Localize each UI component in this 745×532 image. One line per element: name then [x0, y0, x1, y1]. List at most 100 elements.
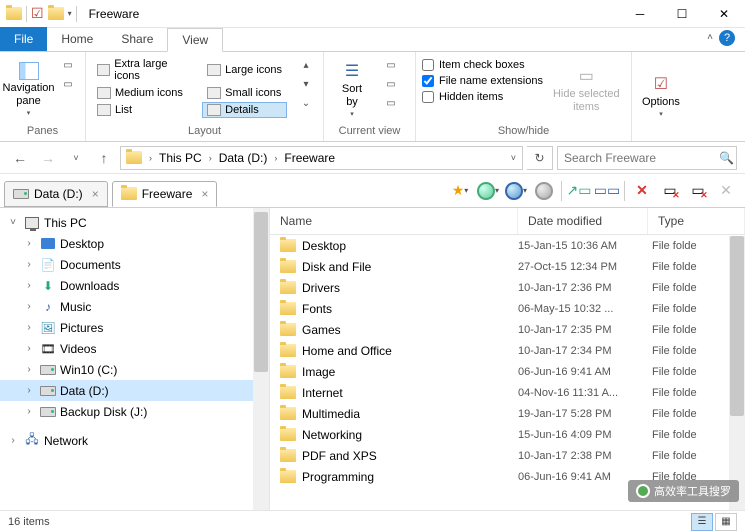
file-row[interactable]: Desktop15-Jan-15 10:36 AMFile folde	[270, 235, 745, 256]
files-scrollbar[interactable]	[729, 236, 745, 510]
close-right-button[interactable]: ▭✕	[685, 178, 711, 204]
expand-icon[interactable]: ›	[22, 343, 36, 354]
file-row[interactable]: Multimedia19-Jan-17 5:28 PMFile folde	[270, 403, 745, 424]
tree-pictures[interactable]: ›🖼Pictures	[0, 317, 269, 338]
tree-this-pc[interactable]: ˅This PC	[0, 212, 269, 233]
expand-icon[interactable]: ›	[22, 280, 36, 291]
tree-videos[interactable]: ›🎞Videos	[0, 338, 269, 359]
address-dropdown[interactable]: ˅	[507, 153, 520, 163]
item-check-boxes[interactable]: Item check boxes	[422, 58, 543, 72]
close-current-button[interactable]: ✕	[629, 178, 655, 204]
crumb-data-d[interactable]: Data (D:)	[216, 151, 271, 165]
tree-documents[interactable]: ›📄Documents	[0, 254, 269, 275]
crumb-sep[interactable]: ›	[147, 153, 154, 163]
file-ext-checkbox[interactable]	[422, 75, 434, 87]
layout-extra-large[interactable]: Extra large icons	[92, 56, 196, 84]
layout-expand[interactable]: ⌄	[295, 94, 317, 112]
help-button[interactable]: ?	[719, 30, 735, 46]
close-icon[interactable]: ×	[92, 187, 99, 201]
column-name[interactable]: Name	[270, 208, 518, 234]
details-pane-button[interactable]: ▭	[57, 75, 79, 93]
address-bar[interactable]: › This PC › Data (D:) › Freeware ˅	[120, 146, 523, 170]
crumb-this-pc[interactable]: This PC	[156, 151, 205, 165]
layout-list[interactable]: List	[92, 102, 196, 118]
tree-data-d[interactable]: ›Data (D:)	[0, 380, 269, 401]
refresh-button[interactable]: ↻	[527, 146, 553, 170]
hidden-items[interactable]: Hidden items	[422, 90, 543, 104]
file-row[interactable]: Drivers10-Jan-17 2:36 PMFile folde	[270, 277, 745, 298]
expand-icon[interactable]: ›	[22, 406, 36, 417]
preview-pane-button[interactable]: ▭	[57, 56, 79, 74]
tree-network[interactable]: ›🖧Network	[0, 430, 269, 451]
clover-tab-data[interactable]: Data (D:) ×	[4, 181, 108, 207]
file-row[interactable]: Fonts06-May-15 10:32 ...File folde	[270, 298, 745, 319]
layout-large[interactable]: Large icons	[202, 56, 287, 84]
bookmark-button[interactable]: ★▾	[447, 178, 473, 204]
file-row[interactable]: Home and Office10-Jan-17 2:34 PMFile fol…	[270, 340, 745, 361]
minimize-button[interactable]: ─	[619, 0, 661, 28]
close-others-button[interactable]: ▭✕	[657, 178, 683, 204]
file-name-extensions[interactable]: File name extensions	[422, 74, 543, 88]
expand-icon[interactable]: ›	[6, 435, 20, 446]
scrollbar-thumb[interactable]	[254, 212, 268, 372]
qat-customize-caret[interactable]: ▾	[68, 9, 72, 18]
search-box[interactable]: 🔍	[557, 146, 737, 170]
tree-scrollbar[interactable]	[253, 208, 269, 510]
reopen-tab-button[interactable]: ↗▭	[566, 178, 592, 204]
hidden-checkbox[interactable]	[422, 91, 434, 103]
tree-music[interactable]: ›♪Music	[0, 296, 269, 317]
layout-scroll-down[interactable]: ▾	[295, 75, 317, 93]
close-icon[interactable]: ×	[201, 187, 208, 201]
tree-win10[interactable]: ›Win10 (C:)	[0, 359, 269, 380]
crumb-sep[interactable]: ›	[207, 153, 214, 163]
qat-newfolder-icon[interactable]	[48, 7, 64, 20]
size-columns-button[interactable]: ▭	[380, 94, 402, 112]
ribbon-collapse-caret[interactable]: ˄	[707, 32, 713, 43]
file-row[interactable]: Networking15-Jun-16 4:09 PMFile folde	[270, 424, 745, 445]
maximize-button[interactable]: ☐	[661, 0, 703, 28]
copy-tab-button[interactable]: ▭▭	[594, 178, 620, 204]
thumbnails-view-button[interactable]: ▦	[715, 513, 737, 531]
layout-scroll-up[interactable]: ▴	[295, 56, 317, 74]
expand-icon[interactable]: ›	[22, 322, 36, 333]
expand-icon[interactable]: ›	[22, 259, 36, 270]
expand-icon[interactable]: ›	[22, 238, 36, 249]
clover-tab-freeware[interactable]: Freeware ×	[112, 181, 218, 207]
expand-icon[interactable]: ›	[22, 385, 36, 396]
options-button[interactable]: ☑ Options ▾	[638, 56, 684, 135]
group-by-button[interactable]: ▭	[380, 56, 402, 74]
add-columns-button[interactable]: ▭	[380, 75, 402, 93]
navigation-pane-button[interactable]: Navigation pane ▾	[6, 56, 51, 123]
tree-backup[interactable]: ›Backup Disk (J:)	[0, 401, 269, 422]
search-input[interactable]	[564, 151, 719, 165]
file-row[interactable]: Internet04-Nov-16 11:31 A...File folde	[270, 382, 745, 403]
up-button[interactable]: ↑	[92, 146, 116, 170]
file-row[interactable]: Image06-Jun-16 9:41 AMFile folde	[270, 361, 745, 382]
column-type[interactable]: Type	[648, 208, 745, 234]
tree-desktop[interactable]: ›Desktop	[0, 233, 269, 254]
layout-details[interactable]: Details	[202, 102, 287, 118]
layout-medium[interactable]: Medium icons	[92, 85, 196, 101]
file-tab[interactable]: File	[0, 27, 47, 51]
file-row[interactable]: Disk and File27-Oct-15 12:34 PMFile fold…	[270, 256, 745, 277]
history-dropdown[interactable]: ˅	[64, 146, 88, 170]
back-button[interactable]: ←	[8, 146, 32, 170]
crumb-sep[interactable]: ›	[272, 153, 279, 163]
globe-gray-button[interactable]	[531, 178, 557, 204]
home-tab[interactable]: Home	[47, 27, 107, 51]
globe-blue-button[interactable]: ▾	[503, 178, 529, 204]
qat-properties-icon[interactable]: ☑	[31, 5, 44, 22]
scrollbar-thumb[interactable]	[730, 236, 744, 416]
item-check-checkbox[interactable]	[422, 59, 434, 71]
details-view-button[interactable]: ☰	[691, 513, 713, 531]
layout-small[interactable]: Small icons	[202, 85, 287, 101]
column-date[interactable]: Date modified	[518, 208, 648, 234]
tree-downloads[interactable]: ›⬇Downloads	[0, 275, 269, 296]
forward-button[interactable]: →	[36, 146, 60, 170]
expand-icon[interactable]: ›	[22, 364, 36, 375]
expand-icon[interactable]: ›	[22, 301, 36, 312]
expand-icon[interactable]: ˅	[6, 217, 20, 228]
file-row[interactable]: PDF and XPS10-Jan-17 2:38 PMFile folde	[270, 445, 745, 466]
close-button[interactable]: ✕	[703, 0, 745, 28]
view-tab[interactable]: View	[167, 28, 223, 52]
